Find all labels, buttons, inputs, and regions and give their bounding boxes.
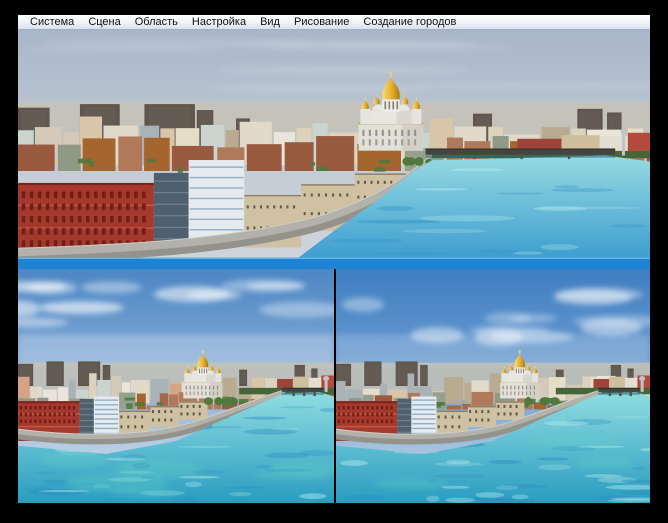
menu-bar: СистемаСценаОбластьНастройкаВидРисование… (18, 15, 650, 30)
viewport-main[interactable] (18, 30, 650, 269)
menu-item-3[interactable]: Область (128, 15, 185, 29)
scene-canvas (336, 269, 650, 503)
menu-item-1[interactable]: Система (23, 15, 81, 29)
viewport-bottom-right[interactable] (336, 269, 650, 503)
scene-canvas (18, 30, 650, 269)
menu-item-2[interactable]: Сцена (81, 15, 127, 29)
menu-item-5[interactable]: Вид (253, 15, 287, 29)
trees (524, 397, 560, 406)
menu-item-6[interactable]: Рисование (287, 15, 356, 29)
viewport-bottom-left[interactable] (18, 269, 334, 503)
foreground-water-strip (18, 258, 650, 269)
scene-canvas (18, 269, 334, 503)
menu-item-4[interactable]: Настройка (185, 15, 253, 29)
app-window: СистемаСценаОбластьНастройкаВидРисование… (0, 0, 668, 523)
workspace: СистемаСценаОбластьНастройкаВидРисование… (18, 15, 650, 503)
menu-item-7[interactable]: Создание городов (356, 15, 463, 29)
trees (204, 397, 238, 406)
